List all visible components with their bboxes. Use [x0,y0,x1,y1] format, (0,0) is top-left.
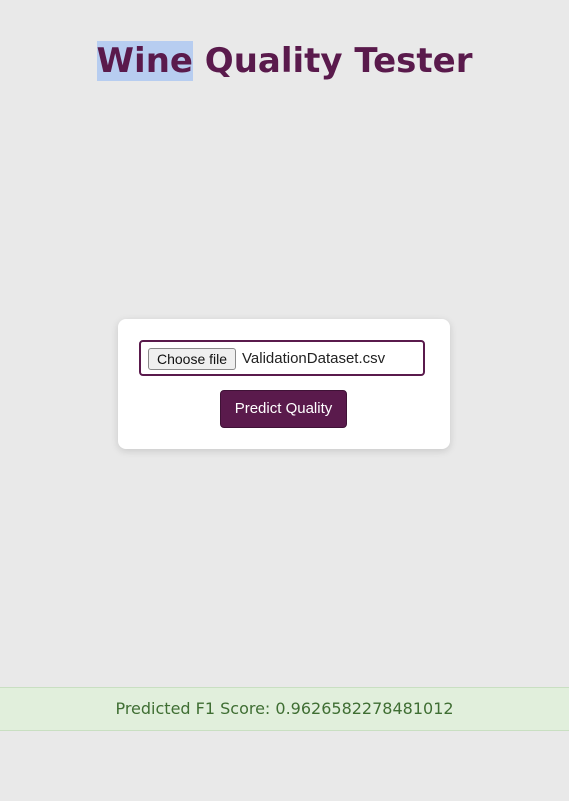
title-selected-text: Wine [96,41,193,81]
title-text: Quality Tester [192,41,473,81]
result-value: 0.9626582278481012 [275,699,454,718]
predict-quality-button[interactable]: Predict Quality [220,390,347,428]
file-input[interactable]: Choose file ValidationDataset.csv [139,340,425,376]
page-title: Wine Quality Tester [0,38,569,84]
choose-file-button[interactable]: Choose file [148,348,237,370]
selected-file-name: ValidationDataset.csv [242,350,386,367]
upload-card: Choose file ValidationDataset.csv Predic… [118,319,450,449]
result-banner: Predicted F1 Score: 0.9626582278481012 [0,687,569,731]
result-label: Predicted F1 Score: [115,699,276,718]
